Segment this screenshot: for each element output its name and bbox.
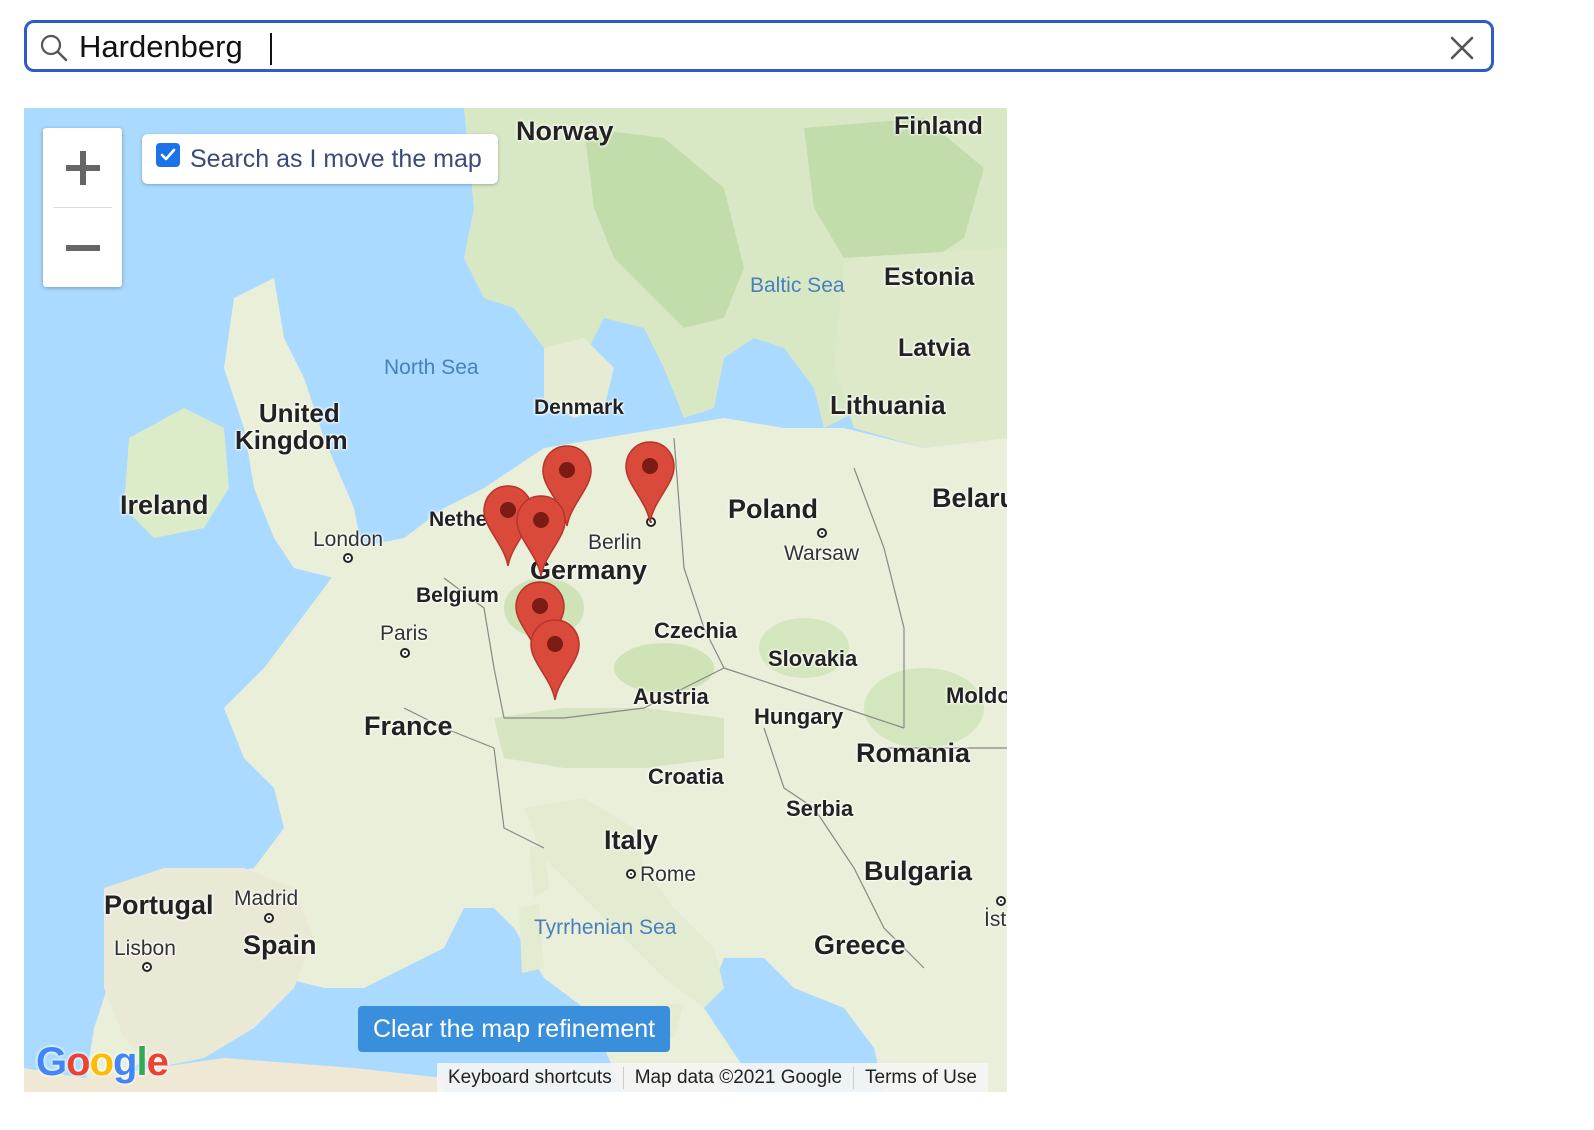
label-madrid: Madrid [234,887,299,910]
search-box[interactable] [24,20,1494,72]
label-istanbul: İstan [984,908,1007,931]
label-slovakia: Slovakia [768,646,858,671]
label-croatia: Croatia [648,764,724,789]
map-marker[interactable] [529,618,581,702]
clear-refinement-button[interactable]: Clear the map refinement [358,1006,671,1052]
label-lithuania: Lithuania [830,390,946,420]
label-berlin: Berlin [588,531,642,554]
label-france: France [364,711,453,741]
label-estonia: Estonia [884,263,975,291]
city-dot-istanbul [996,896,1006,906]
zoom-out-button[interactable] [43,208,122,287]
search-as-move-toggle[interactable]: Search as I move the map [142,134,498,184]
label-london: London [313,528,384,551]
search-input[interactable] [79,29,1419,65]
search-as-move-checkbox[interactable] [156,143,180,167]
label-paris: Paris [380,622,428,645]
search-icon [40,34,68,62]
label-hungary: Hungary [754,704,844,729]
label-moldova: Moldo [946,683,1007,708]
search-as-move-label: Search as I move the map [190,144,482,173]
label-ireland: Ireland [120,490,209,520]
label-bulgaria: Bulgaria [864,856,973,886]
label-greece: Greece [814,930,906,960]
label-portugal: Portugal [104,890,214,920]
label-netherlands: Nethe [429,508,488,531]
google-logo: Google [36,1040,169,1084]
keyboard-shortcuts-link[interactable]: Keyboard shortcuts [437,1066,624,1089]
terms-of-use-link[interactable]: Terms of Use [854,1067,988,1089]
map-marker[interactable] [624,440,676,524]
label-romania: Romania [856,738,971,768]
label-united-kingdom: United Kingdom [235,398,348,454]
label-norway: Norway [516,116,614,146]
map-data-text: Map data ©2021 Google [624,1066,855,1089]
label-spain: Spain [243,930,317,960]
zoom-control [43,128,122,287]
label-warsaw: Warsaw [784,542,860,565]
city-dot-paris [400,648,410,658]
label-rome: Rome [640,863,697,886]
label-baltic-sea: Baltic Sea [750,274,845,297]
label-united-kingdom-line-2: Kingdom [235,425,348,455]
label-italy: Italy [604,825,659,855]
label-belgium: Belgium [416,584,499,607]
label-austria: Austria [633,684,709,709]
label-belarus: Belaru [932,483,1007,513]
city-dot-madrid [264,913,274,923]
label-north-sea: North Sea [384,356,479,379]
checkmark-icon [160,148,176,161]
label-united-kingdom-line-1: United [258,398,340,428]
label-poland: Poland [728,494,819,524]
map-view[interactable]: Norway Finland Baltic Sea Estonia Latvia… [24,108,1007,1092]
label-czechia: Czechia [654,618,738,643]
city-dot-rome [626,869,636,879]
label-finland: Finland [894,112,983,140]
label-lisbon: Lisbon [114,937,176,960]
city-dot-warsaw [817,528,827,538]
city-dot-lisbon [142,962,152,972]
map-attribution: Keyboard shortcuts Map data ©2021 Google… [437,1063,988,1092]
label-tyrrhenian-sea: Tyrrhenian Sea [534,916,677,939]
city-dot-london [343,553,353,563]
label-serbia: Serbia [786,796,854,821]
label-latvia: Latvia [898,334,971,362]
zoom-in-button[interactable] [43,128,122,207]
map-marker[interactable] [515,494,567,578]
minus-icon [65,244,100,251]
plus-icon [65,150,100,185]
text-caret [270,33,272,65]
close-icon[interactable] [1449,35,1475,61]
label-denmark: Denmark [534,396,624,419]
